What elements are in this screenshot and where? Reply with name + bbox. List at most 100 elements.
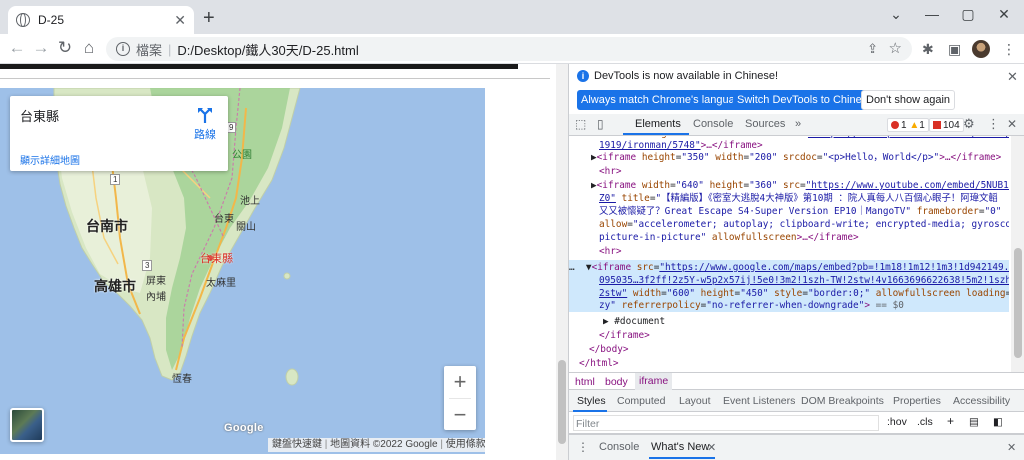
directions-icon[interactable] bbox=[196, 106, 214, 124]
directions-link[interactable]: 路線 bbox=[194, 126, 216, 142]
tab-styles[interactable]: Styles bbox=[577, 395, 606, 407]
dom-line-4d[interactable]: allow="accelerometer; autoplay; clipboar… bbox=[599, 219, 1009, 232]
styles-tabbar: Styles Computed Layout Event Listeners D… bbox=[569, 390, 1024, 412]
tab-search-icon[interactable]: ⌄ bbox=[886, 6, 906, 23]
elements-scrollbar[interactable] bbox=[1011, 136, 1024, 372]
switch-to-chinese-button[interactable]: Switch DevTools to Chinese bbox=[733, 90, 878, 110]
page-scroll-thumb[interactable] bbox=[558, 360, 566, 444]
tab-event-listeners[interactable]: Event Listeners bbox=[723, 395, 795, 407]
dont-show-again-button[interactable]: Don't show again bbox=[861, 90, 956, 110]
tab-computed[interactable]: Computed bbox=[617, 395, 665, 407]
profile-avatar[interactable] bbox=[972, 40, 990, 58]
inspect-element-icon[interactable]: ⬚ bbox=[575, 117, 586, 131]
more-tabs-icon[interactable]: » bbox=[795, 118, 801, 130]
dom-line-6d[interactable]: zy" referrerpolicy="no-referrer-when-dow… bbox=[599, 300, 904, 313]
drawer-tab-close-icon[interactable]: ✕ bbox=[707, 441, 716, 454]
dom-line-3[interactable]: <hr> bbox=[599, 166, 622, 179]
tab-layout[interactable]: Layout bbox=[679, 395, 711, 407]
label-pingtung: 屏東 bbox=[146, 276, 166, 287]
keyboard-shortcuts-link[interactable]: 鍵盤快速鍵 bbox=[272, 439, 322, 450]
drawer-menu-icon[interactable]: ⋮ bbox=[577, 440, 589, 454]
label-taitung-county: 台東縣 bbox=[200, 253, 233, 265]
dom-line-6a[interactable]: … ▼<iframe src="https://www.google.com/m… bbox=[569, 262, 1009, 275]
map-attribution: 鍵盤快速鍵地圖資料 ©2022 Google使用條款 bbox=[268, 438, 485, 452]
dom-line-9[interactable]: </body> bbox=[589, 344, 629, 357]
new-style-rule-button[interactable]: + bbox=[947, 414, 954, 428]
share-icon[interactable]: ⇪ bbox=[867, 41, 878, 57]
tab-console[interactable]: Console bbox=[693, 118, 733, 130]
devtools-panel: i DevTools is now available in Chinese! ✕… bbox=[568, 64, 1024, 460]
elements-scroll-thumb[interactable] bbox=[1014, 248, 1022, 358]
computed-sidebar-icon[interactable]: ◧ bbox=[993, 416, 1003, 428]
route-shield-1: 1 bbox=[110, 174, 121, 185]
terms-link[interactable]: 使用條款 bbox=[438, 439, 485, 450]
side-panel-icon[interactable]: ▣ bbox=[948, 41, 961, 58]
home-button[interactable]: ⌂ bbox=[78, 38, 100, 58]
close-window-button[interactable]: ✕ bbox=[994, 6, 1014, 23]
crumb-body[interactable]: body bbox=[605, 374, 628, 390]
zoom-in-button[interactable]: + bbox=[444, 366, 476, 398]
page-scrollbar[interactable] bbox=[556, 64, 568, 460]
language-banner: i DevTools is now available in Chinese! ✕… bbox=[569, 64, 1024, 114]
site-info-icon[interactable]: i bbox=[116, 42, 130, 56]
tab-elements[interactable]: Elements bbox=[635, 118, 681, 130]
tab-sources[interactable]: Sources bbox=[745, 118, 785, 130]
dom-line-4b[interactable]: Z0" title="【精編版】《密室大逃脫4大神版》第10期 ：院人真每人八百… bbox=[599, 193, 998, 206]
elements-tree[interactable]: <iframe height="350" width="350" src="ht… bbox=[569, 136, 1009, 372]
class-toggle-button[interactable]: .cls bbox=[917, 416, 933, 428]
url-text[interactable]: D:/Desktop/鐵人30天/D-25.html bbox=[177, 40, 358, 59]
crumb-iframe[interactable]: iframe bbox=[635, 373, 673, 390]
device-toolbar-icon[interactable]: ▯ bbox=[597, 117, 604, 131]
dom-line-6c[interactable]: 2stw" width="600" height="450" style="bo… bbox=[599, 288, 1009, 301]
back-button[interactable]: ← bbox=[6, 38, 28, 58]
hover-state-button[interactable]: :hov bbox=[887, 416, 907, 428]
tab-dom-breakpoints[interactable]: DOM Breakpoints bbox=[801, 395, 884, 407]
styles-filter-input[interactable]: Filter bbox=[573, 415, 879, 431]
forward-button[interactable]: → bbox=[30, 38, 52, 58]
maximize-button[interactable]: ▢ bbox=[958, 6, 978, 23]
bookmark-star-icon[interactable]: ☆ bbox=[889, 39, 902, 57]
banner-close-icon[interactable]: ✕ bbox=[1007, 69, 1018, 85]
tab-properties[interactable]: Properties bbox=[893, 395, 941, 407]
dom-line-7[interactable]: ▶ #document bbox=[603, 316, 665, 329]
paint-brush-icon[interactable]: ▤ bbox=[969, 416, 979, 428]
crumb-html[interactable]: html bbox=[575, 374, 595, 390]
zoom-out-button[interactable]: − bbox=[444, 399, 476, 431]
extensions-icon[interactable]: ✱ bbox=[922, 41, 934, 58]
reload-button[interactable]: ↻ bbox=[54, 38, 76, 58]
dom-line-4e[interactable]: picture-in-picture" allowfullscreen>…</i… bbox=[599, 232, 859, 245]
dom-line-4c[interactable]: 又又被懷疑了？Great Escape S4·Super Version EP1… bbox=[599, 206, 1001, 219]
drawer-tab-console[interactable]: Console bbox=[599, 441, 639, 453]
dom-line-8[interactable]: </iframe> bbox=[599, 330, 650, 343]
page-viewport: 台南市 高雄市 台東縣 台東 太麻里 池上 關山 屏東 內埔 恆春 公園 1 3… bbox=[0, 64, 556, 460]
satellite-toggle[interactable] bbox=[10, 408, 44, 442]
address-bar[interactable]: i 檔案 | D:/Desktop/鐵人30天/D-25.html ⇪ ☆ bbox=[106, 37, 912, 61]
drawer-close-icon[interactable]: ✕ bbox=[1007, 441, 1016, 454]
dom-line-10[interactable]: </html> bbox=[579, 358, 619, 371]
devtools-close-icon[interactable]: ✕ bbox=[1007, 117, 1017, 131]
settings-gear-icon[interactable]: ⚙ bbox=[963, 116, 975, 132]
drawer-tabbar: ⋮ Console What's New ✕ ✕ bbox=[569, 434, 1024, 460]
new-tab-button[interactable]: + bbox=[203, 8, 215, 28]
match-language-button[interactable]: Always match Chrome's language bbox=[577, 90, 751, 110]
issues-badge[interactable]: 104 bbox=[929, 118, 964, 132]
dom-line-6b[interactable]: 095035…3f2ff!2z5Y-w5p2x57ij!5e0!3m2!1szh… bbox=[599, 275, 1009, 288]
browser-tab[interactable]: D-25 ✕ bbox=[8, 6, 194, 34]
tab-accessibility[interactable]: Accessibility bbox=[953, 395, 1010, 407]
chrome-menu-icon[interactable]: ⋮ bbox=[1002, 41, 1016, 58]
error-warning-badge[interactable]: 1 ▲1 bbox=[887, 118, 929, 132]
styles-filter-bar: Filter :hov .cls + ▤ ◧ bbox=[569, 412, 1024, 434]
view-larger-map-link[interactable]: 顯示詳細地圖 bbox=[20, 152, 80, 167]
label-guanshan: 關山 bbox=[236, 222, 256, 233]
dom-line-2[interactable]: ▶<iframe height="350" width="200" srcdoc… bbox=[591, 152, 1001, 165]
tab-close-icon[interactable]: ✕ bbox=[174, 12, 186, 29]
dom-line-4a[interactable]: ▶<iframe width="640" height="360" src="h… bbox=[591, 180, 1009, 193]
drawer-tab-whats-new[interactable]: What's New bbox=[651, 441, 709, 453]
embedded-google-map[interactable]: 台南市 高雄市 台東縣 台東 太麻里 池上 關山 屏東 內埔 恆春 公園 1 3… bbox=[0, 88, 485, 454]
address-separator: | bbox=[168, 41, 172, 57]
dom-line-1b[interactable]: 1919/ironman/5748">…</iframe> bbox=[599, 140, 763, 153]
dom-line-5[interactable]: <hr> bbox=[599, 246, 622, 259]
minimize-button[interactable]: — bbox=[922, 6, 942, 22]
devtools-menu-icon[interactable]: ⋮ bbox=[987, 116, 1000, 132]
info-icon: i bbox=[577, 70, 589, 82]
